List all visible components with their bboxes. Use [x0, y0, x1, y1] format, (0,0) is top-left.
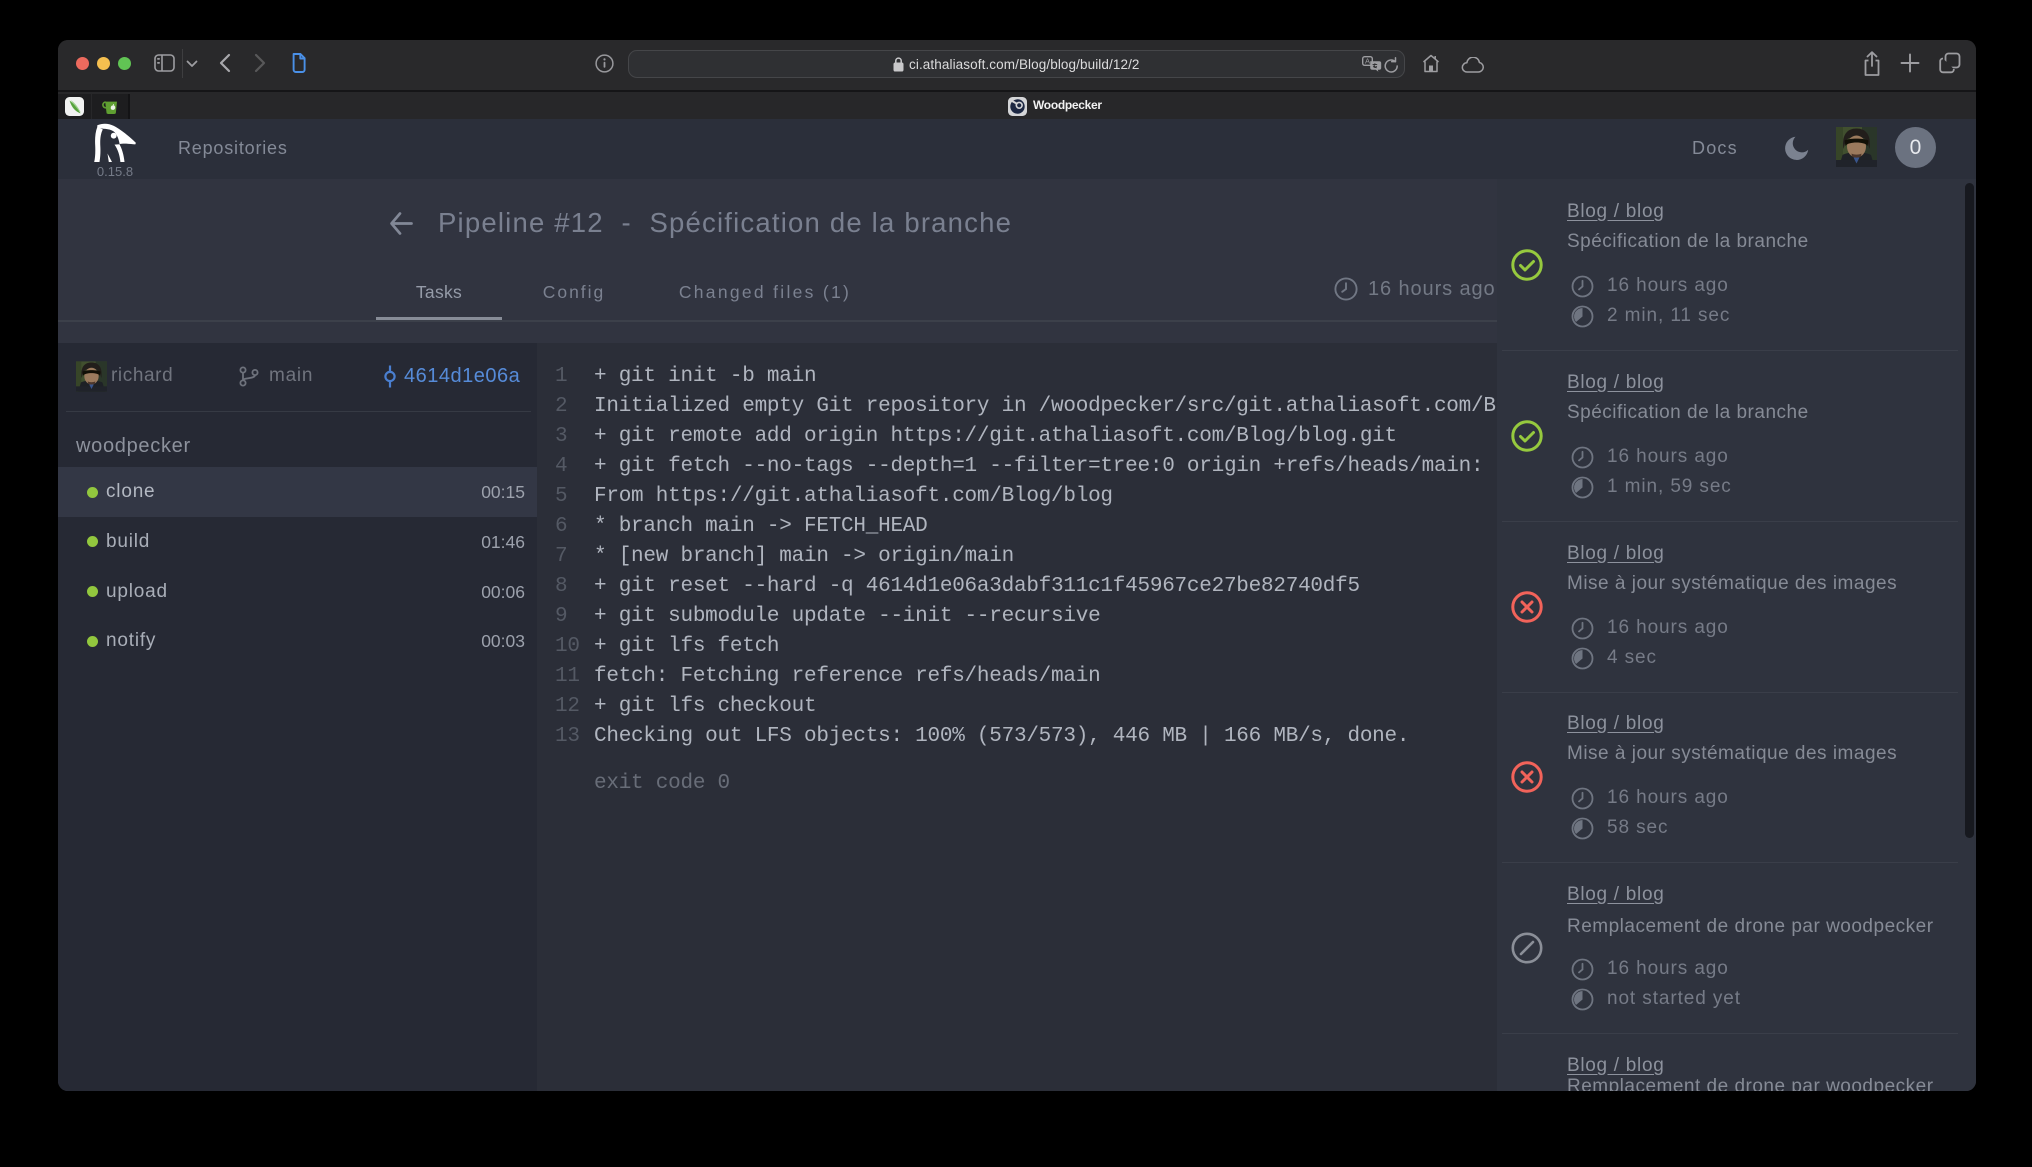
svg-text:A: A: [1365, 57, 1370, 66]
